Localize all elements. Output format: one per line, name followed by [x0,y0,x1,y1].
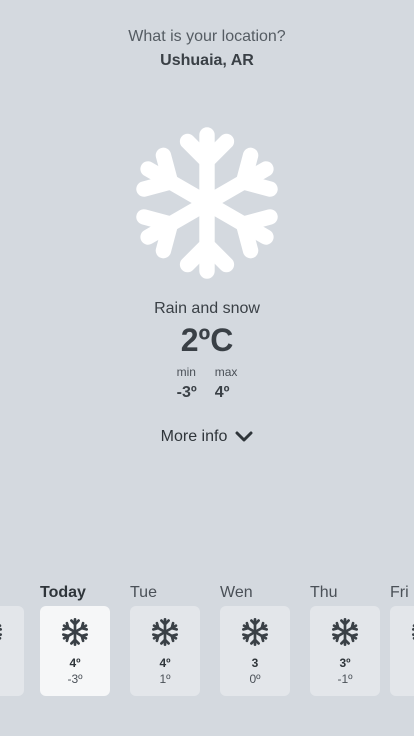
snowflake-icon [410,617,414,647]
location-value[interactable]: Ushuaia, AR [0,49,414,73]
snowflake-icon [60,617,90,647]
forecast-min: -1º [337,672,353,686]
forecast-min: 1º [159,672,171,686]
max-value: 4º [214,384,230,401]
forecast-min: 0º [249,672,261,686]
location-header: What is your location? Ushuaia, AR [0,26,414,73]
forecast-day[interactable]: Thu 3º -1º [310,582,380,696]
chevron-down-icon [235,431,253,442]
forecast-card[interactable]: 4º -3º [40,606,110,696]
forecast-day[interactable]: Wen 3 0º [220,582,290,696]
snowflake-icon [150,617,180,647]
snowflake-icon [240,617,270,647]
min-label: min [176,365,196,379]
forecast-day-name: Wen [220,584,253,601]
forecast-day-name [0,582,24,604]
forecast-card[interactable]: 3º -1º [310,606,380,696]
more-info-label: More info [160,428,228,445]
max-temperature: max 4º [215,364,238,404]
more-info-button[interactable]: More info [0,428,414,446]
forecast-max: 3 [251,656,259,670]
forecast-min: -3º [67,672,83,686]
forecast-day[interactable] [0,582,24,696]
forecast-card[interactable]: 3 0º [220,606,290,696]
snowflake-icon [0,617,4,647]
forecast-strip[interactable]: Today 4º -3º Tue 4º 1º Wen 3 0º Thu 3º -… [0,582,414,702]
current-temperature: 2ºC [180,322,234,358]
forecast-card[interactable] [390,606,414,696]
forecast-max: 4º [159,656,171,670]
forecast-day-name: Today [40,584,86,601]
forecast-day[interactable]: Fri [390,582,414,696]
snowflake-icon [330,617,360,647]
forecast-max: 3º [339,656,351,670]
forecast-day-today[interactable]: Today 4º -3º [40,582,110,696]
forecast-day-name: Tue [130,584,157,601]
min-temperature: min -3º [177,364,197,404]
location-question: What is your location? [128,28,286,45]
max-label: max [214,365,238,379]
forecast-day[interactable]: Tue 4º 1º [130,582,200,696]
weather-condition: Rain and snow [154,300,260,317]
snowflake-icon [126,122,288,284]
forecast-card[interactable] [0,606,24,696]
forecast-max: 4º [69,656,81,670]
forecast-day-name: Fri [390,584,409,601]
min-value: -3º [176,384,197,401]
forecast-day-name: Thu [310,584,338,601]
forecast-card[interactable]: 4º 1º [130,606,200,696]
min-max-panel: min -3º max 4º [0,364,414,404]
